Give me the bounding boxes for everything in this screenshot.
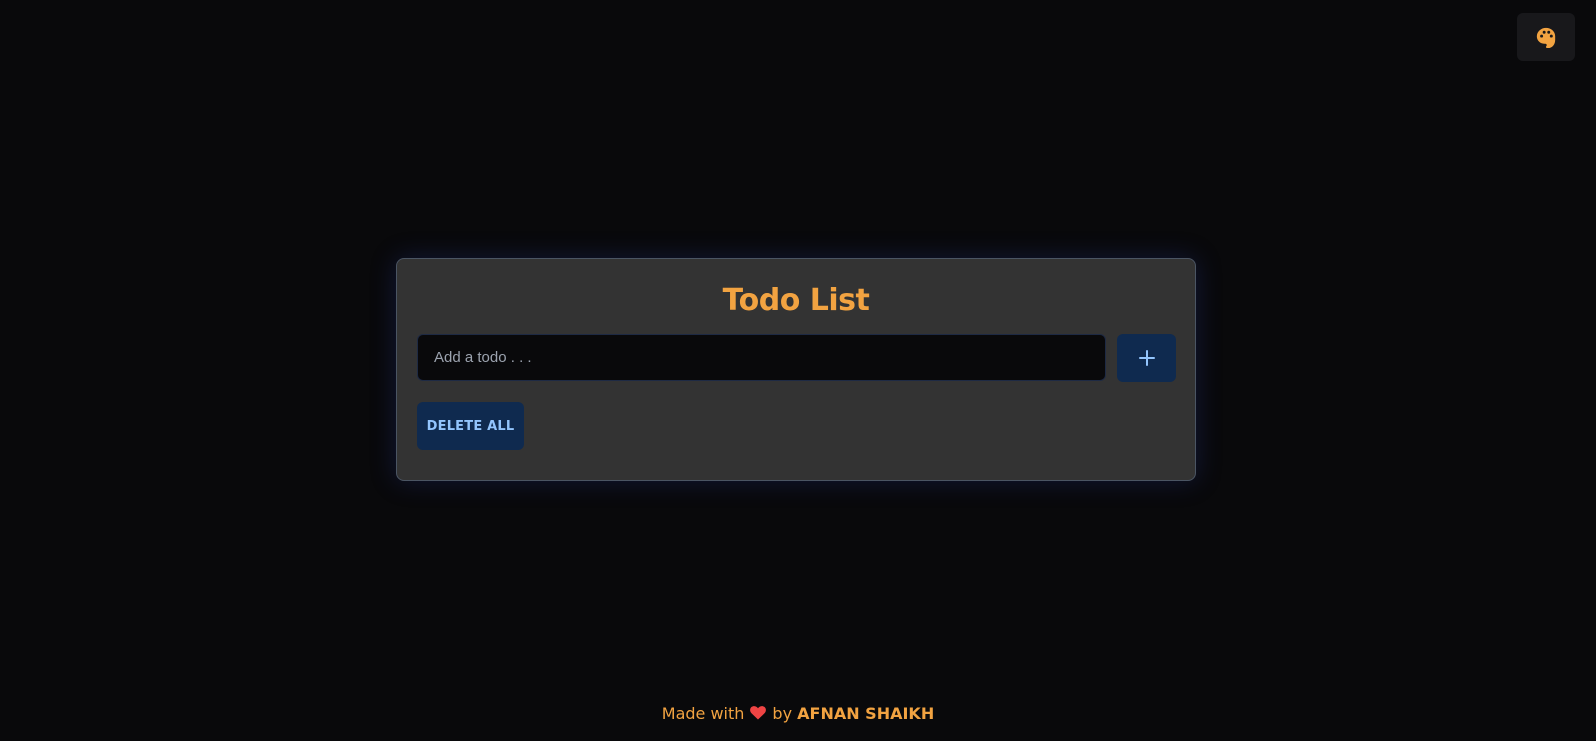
todo-card: Todo List DELETE ALL bbox=[396, 258, 1196, 481]
theme-toggle-button[interactable] bbox=[1517, 13, 1575, 61]
todo-input[interactable] bbox=[417, 334, 1106, 381]
footer-by: by bbox=[772, 704, 793, 723]
palette-icon bbox=[1535, 26, 1557, 48]
footer-author: AFNAN SHAIKH bbox=[797, 704, 935, 723]
page: Todo List DELETE ALL Made with by AFNAN S… bbox=[0, 0, 1596, 741]
todo-title: Todo List bbox=[722, 283, 870, 318]
heart-icon bbox=[750, 706, 767, 720]
plus-icon bbox=[1138, 349, 1156, 367]
delete-all-button[interactable]: DELETE ALL bbox=[417, 402, 524, 450]
footer-made-with: Made with bbox=[661, 704, 745, 723]
add-todo-button[interactable] bbox=[1117, 334, 1176, 382]
footer: Made with by AFNAN SHAIKH bbox=[0, 702, 1596, 726]
